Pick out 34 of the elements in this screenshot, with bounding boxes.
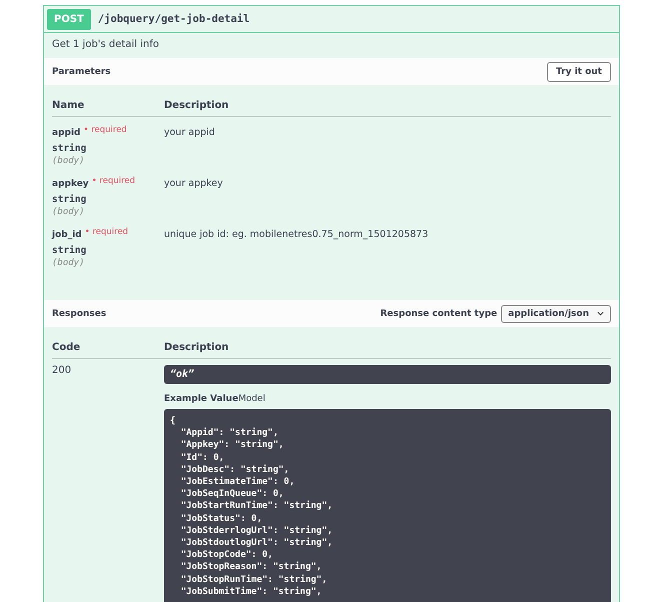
section-title: Responses	[52, 308, 106, 318]
parameter-description: unique job id: eg. mobilenetres0.75_norm_1501205873	[164, 228, 430, 242]
parameter-location: (body)	[52, 156, 86, 166]
column-header: Name	[52, 100, 86, 111]
endpoint-path: /jobquery/get-job-detail	[98, 13, 250, 25]
section-title: Parameters	[52, 66, 111, 76]
parameter-description: your appid	[164, 126, 216, 140]
column-header: Description	[164, 342, 230, 353]
required-label: • required	[84, 125, 127, 135]
try-it-out-button[interactable]: Try it out	[546, 62, 611, 82]
operation-summary: Get 1 job's detail info	[51, 38, 160, 52]
required-label: • required	[84, 227, 128, 237]
example-code-block: { "Appid": "string", "Appkey": "string", "Id": 0, "JobDesc": "string", "JobEstimateTime": 0, "JobSeqInQueue": 0, "JobStartRunTime": "string", "JobStatus": 0, "JobStderrlogUrl": "string", "JobStdoutlogUrl": "string", "JobStopCode": 0, "JobStopReason": "string", "JobStopRunTime": "string", "JobSubmitTime": "string",	[164, 409, 611, 602]
parameter-location: (body)	[52, 258, 86, 268]
caret-icon	[597, 311, 604, 316]
required-label: • required	[92, 176, 136, 186]
parameter-location: (body)	[52, 207, 86, 217]
parameter-name: appkey	[52, 179, 89, 189]
content-type-label: Response content type	[380, 308, 498, 318]
parameter-description: your appkey	[164, 177, 224, 191]
example-tab[interactable]: Model	[238, 394, 266, 404]
response-code: 200	[52, 365, 72, 378]
parameter-type: string	[52, 245, 88, 256]
parameter-type: string	[52, 143, 88, 154]
example-tab[interactable]: Example Value	[164, 394, 238, 404]
parameter-name: job_id	[52, 230, 82, 240]
column-header: Code	[52, 342, 82, 353]
parameter-type: string	[52, 194, 88, 205]
content-type-dropdown[interactable]: application/json	[501, 304, 611, 322]
column-header: Description	[164, 100, 230, 111]
method-badge: POST	[47, 8, 91, 30]
response-description: “ok”	[164, 365, 611, 384]
parameter-name: appid	[52, 128, 80, 138]
operation-header[interactable]: POST /jobquery/get-job-detail	[44, 6, 619, 33]
